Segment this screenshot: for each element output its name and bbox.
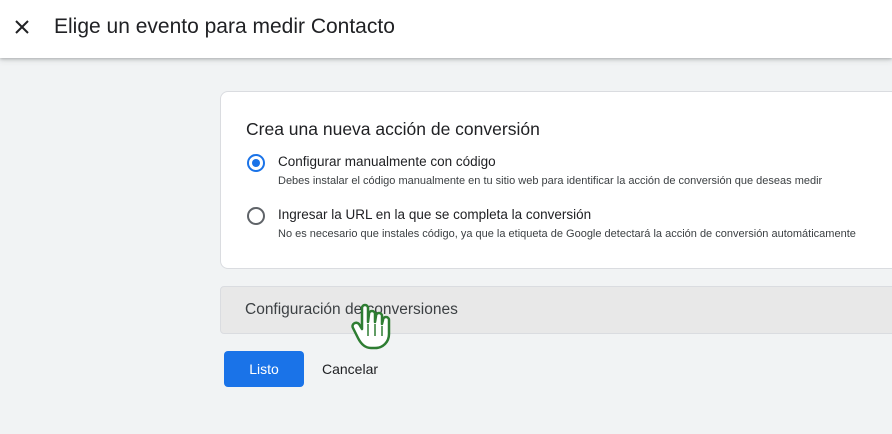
done-button[interactable]: Listo (224, 351, 304, 387)
dialog-header: Elige un evento para medir Contacto (0, 0, 892, 58)
close-button[interactable] (8, 13, 36, 41)
accordion-label: Configuración de conversiones (245, 301, 458, 318)
option-label: Configurar manualmente con código (278, 154, 496, 169)
close-icon[interactable] (14, 19, 30, 35)
new-conversion-card: Crea una nueva acción de conversión Conf… (220, 91, 892, 269)
option-label: Ingresar la URL en la que se completa la… (278, 207, 592, 222)
card-title: Crea una nueva acción de conversión (246, 119, 540, 139)
radio-url[interactable] (247, 207, 265, 225)
dialog-title: Elige un evento para medir Contacto (54, 15, 395, 38)
radio-manual-code[interactable] (247, 154, 265, 172)
option-description: No es necesario que instales código, ya … (278, 228, 856, 240)
option-description: Debes instalar el código manualmente en … (278, 175, 823, 187)
conversion-settings-accordion[interactable]: Configuración de conversiones (220, 286, 892, 334)
cancel-button[interactable]: Cancelar (312, 351, 388, 387)
